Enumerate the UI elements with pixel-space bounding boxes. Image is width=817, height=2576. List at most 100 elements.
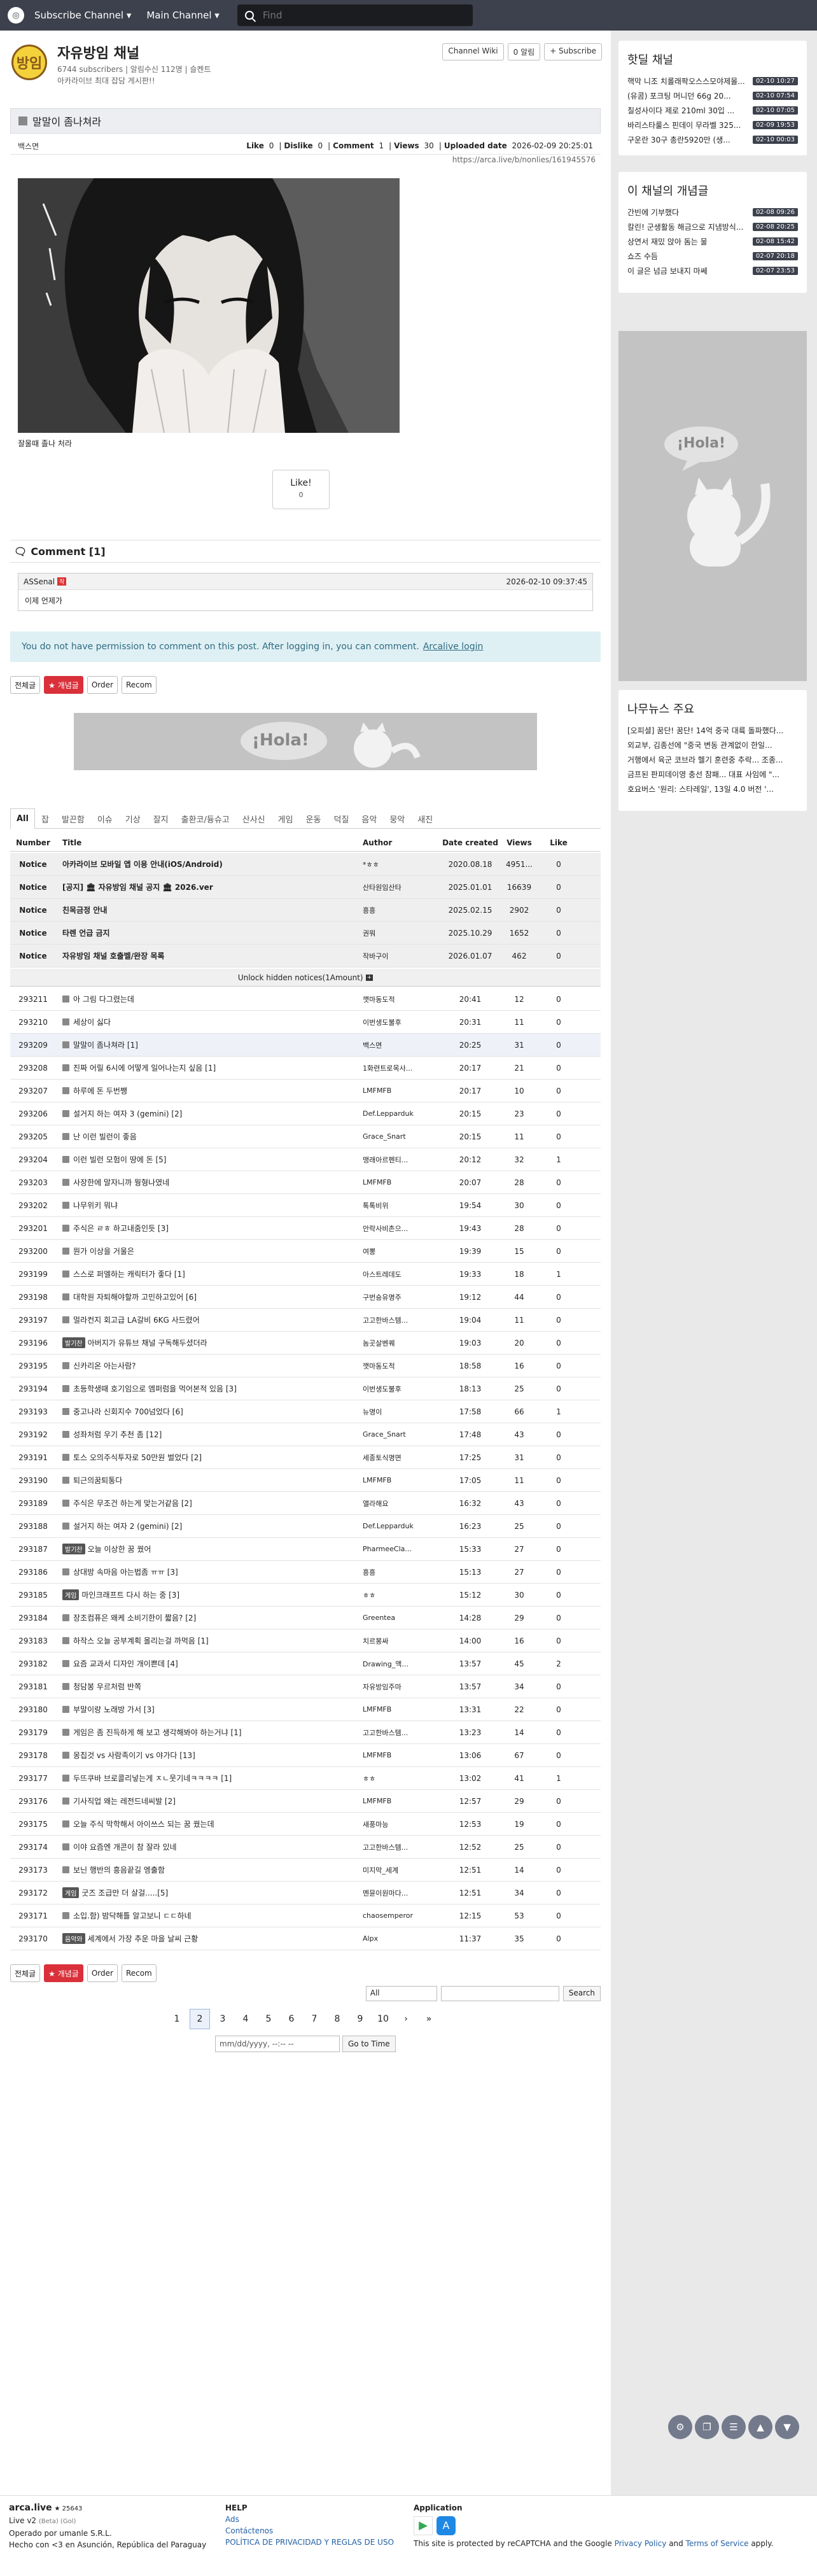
post-title-cell[interactable]: 초등학생때 호기임으로 엠퍼럼을 먹어본적 있음 [3]	[56, 1383, 363, 1394]
comment-author[interactable]: ASSenal	[24, 577, 55, 586]
last-page-button[interactable]: »	[419, 2009, 439, 2029]
bottom-search-input[interactable]	[440, 1986, 559, 2001]
post-title[interactable]: 소입.함) 밤닥해틀 알고보니 ㄷㄷ하네	[73, 1910, 192, 1921]
post-title[interactable]: 나무위키 뭐냐	[73, 1200, 118, 1211]
post-title-cell[interactable]: 게임은 좀 진득하게 해 보고 생각해봐야 하는거냐 [1]	[56, 1727, 363, 1738]
footer-contact-link[interactable]: Contáctenos	[225, 2525, 394, 2537]
post-author[interactable]: Grace_Snart	[363, 1430, 442, 1439]
hotdeal-item[interactable]: 핵막 니조 치롤래팍오스스모야제몰... 02-10 10:27	[618, 74, 807, 88]
post-title[interactable]: 세계에서 가장 추운 마을 날씨 근황	[88, 1933, 199, 1944]
post-author[interactable]: 고고한바스템...	[363, 1728, 442, 1738]
post-title[interactable]: 청담봉 우르처럼 반쪽	[73, 1681, 141, 1692]
post-title-cell[interactable]: 상대방 속마음 아는법좀 ㅠㅠ [3]	[56, 1566, 363, 1577]
subscribe-channel-menu[interactable]: Subscribe Channel ▾	[34, 10, 131, 21]
post-title[interactable]: 이야 요즘엔 개콘이 참 잘라 있네	[73, 1841, 177, 1852]
concept-item[interactable]: 상연서 재밌 앉아 돔는 물 02-08 15:42	[618, 234, 807, 249]
post-title[interactable]: 오늘 주식 막학해서 아이쓰스 되는 꿈 꿨는데	[73, 1819, 214, 1829]
table-row[interactable]: 293174 이야 요즘엔 개콘이 참 잘라 있네 고고한바스템... 12:52 25…	[10, 1836, 601, 1859]
scroll-up-icon[interactable]: ▲	[748, 2415, 772, 2439]
table-row[interactable]: 293170 음악와 세계에서 가장 추운 마을 날씨 근황 Alpx 11:37 35 0	[10, 1927, 601, 1950]
post-title-cell[interactable]: 게임 굿즈 조급만 더 살걸.....[5]	[56, 1887, 363, 1898]
post-title[interactable]: 요즘 교과서 디자인 개이쁜데 [4]	[73, 1658, 178, 1669]
search-scope-select[interactable]: All	[365, 1986, 437, 2001]
order-select[interactable]: Order	[87, 1964, 118, 1982]
post-title-cell[interactable]: 아카라이브 모바일 앱 이용 안내(iOS/Android)	[56, 859, 363, 869]
footer-ads-link[interactable]: Ads	[225, 2514, 394, 2525]
page-2-button[interactable]: 2	[190, 2009, 210, 2029]
post-author[interactable]: Def.Lepparduk	[363, 1109, 442, 1118]
terms-link[interactable]: Terms of Service	[686, 2539, 749, 2548]
main-channel-menu[interactable]: Main Channel ▾	[146, 10, 219, 21]
category-tab[interactable]: 잘지	[147, 809, 175, 828]
post-author[interactable]: 1화련트로목사...	[363, 1063, 442, 1073]
post-author[interactable]: 뉴명이	[363, 1407, 442, 1417]
post-author[interactable]: 권뭐	[363, 928, 442, 938]
post-title-cell[interactable]: 보닌 행반의 흥음끝길 엥출함	[56, 1864, 363, 1875]
category-tab[interactable]: 운동	[300, 809, 328, 828]
recom-select[interactable]: Recom	[121, 676, 157, 694]
filter-all-button[interactable]: 전체글	[10, 1964, 41, 1982]
post-title-cell[interactable]: 성좌처럼 우기 추천 좀 [12]	[56, 1429, 363, 1440]
post-title[interactable]: 보닌 행반의 흥음끝길 엥출함	[73, 1864, 165, 1875]
post-title-cell[interactable]: 세상이 싫다	[56, 1017, 363, 1027]
page-6-button[interactable]: 6	[281, 2009, 302, 2029]
category-tab[interactable]: 잡	[35, 809, 55, 828]
post-title[interactable]: 타렌 언급 금지	[62, 927, 110, 938]
post-author[interactable]: 산타원임산타	[363, 882, 442, 892]
category-tab[interactable]: 발끈함	[55, 809, 91, 828]
table-row[interactable]: 293180 부말이랑 노래방 가서 [3] LMFMFB 13:31 22 0	[10, 1698, 601, 1721]
post-author[interactable]: 백스면	[363, 1040, 442, 1050]
post-title-cell[interactable]: 이런 빌런 모험이 땅에 돈 [5]	[56, 1154, 363, 1165]
news-title[interactable]: 나무뉴스 주요	[618, 690, 807, 723]
table-row[interactable]: 293189 주식은 무조건 하는게 맞는거같음 [2] 앨라해요 16:32 43 0	[10, 1492, 601, 1515]
post-title-cell[interactable]: 발기찬 아버지가 유튜브 채널 구독해두셨더라	[56, 1337, 363, 1348]
table-row[interactable]: 293185 게임 마인크래프트 다시 하는 중 [3] ㅎㅎ 15:12 30 0	[10, 1584, 601, 1607]
post-title-cell[interactable]: 하작스 오늘 공부계획 올리는걸 까먹음 [1]	[56, 1635, 363, 1646]
app-store-icon[interactable]: A	[436, 2516, 456, 2535]
news-item[interactable]: 거행에서 육군 코브라 헬기 훈련중 추락... 조종...	[618, 752, 807, 767]
post-title[interactable]: 굿즈 조급만 더 살걸.....[5]	[81, 1887, 168, 1898]
page-5-button[interactable]: 5	[258, 2009, 279, 2029]
table-row[interactable]: 293177 두뜨쿠바 브로콜리넣는게 ㅈㄴ웃기네ㅋㅋㅋㅋ [1] ㅎㅎ 13:02 4…	[10, 1767, 601, 1790]
post-title[interactable]: 마인크래프트 다시 하는 중 [3]	[81, 1589, 179, 1600]
ad-banner[interactable]: ¡Hola!	[74, 713, 537, 770]
post-title[interactable]: 주식은 ㄹㅎ 하고내줌인듯 [3]	[73, 1223, 169, 1234]
post-author[interactable]: Greentea	[363, 1614, 442, 1622]
post-title-cell[interactable]: 타렌 언급 금지	[56, 927, 363, 938]
category-tab[interactable]: 기상	[119, 809, 147, 828]
post-title[interactable]: 아 그림 다그렸는데	[73, 994, 134, 1004]
post-author[interactable]: 이번생도불후	[363, 1384, 442, 1394]
post-title[interactable]: 오늘 이상한 꿈 꿨어	[88, 1544, 151, 1554]
post-title[interactable]: 성좌처럼 우기 추천 좀 [12]	[73, 1429, 162, 1440]
post-author[interactable]: Grace_Snart	[363, 1132, 442, 1141]
post-author[interactable]: 깻마동도적	[363, 1361, 442, 1371]
post-title-cell[interactable]: 설거지 하는 여자 2 (gemini) [2]	[56, 1521, 363, 1531]
news-item[interactable]: [오피셜] 꿈단! 꿈단! 14억 중국 대륙 돌파했다...	[618, 723, 807, 738]
notice-row[interactable]: Notice 타렌 언급 금지 권뭐 2025.10.29 1652 0	[10, 922, 601, 945]
post-title-cell[interactable]: 주식은 무조건 하는게 맞는거같음 [2]	[56, 1498, 363, 1509]
post-title[interactable]: 친목금정 안내	[62, 904, 107, 915]
post-title-cell[interactable]: 신카리온 아는사람?	[56, 1360, 363, 1371]
privacy-policy-link[interactable]: Privacy Policy	[615, 2539, 667, 2548]
like-button[interactable]: Like! 0	[272, 470, 330, 509]
post-title-cell[interactable]: 몽칩것 vs 사람족이기 vs 야가다 [13]	[56, 1750, 363, 1761]
post-title[interactable]: 세상이 싫다	[73, 1017, 111, 1027]
post-title[interactable]: 진짜 어릴 6시에 어떻게 일어나는지 싶음 [1]	[73, 1062, 216, 1073]
post-title-cell[interactable]: 자유방임 채널 호출벨/완장 목록	[56, 950, 363, 961]
post-title-cell[interactable]: 뭔가 이상을 거울은	[56, 1246, 363, 1256]
settings-icon[interactable]: ⚙	[668, 2415, 692, 2439]
post-title[interactable]: 설거지 하는 여자 2 (gemini) [2]	[73, 1521, 182, 1531]
table-row[interactable]: 293187 발기찬 오늘 이상한 꿈 꿨어 PharmeeCla... 15:33 27…	[10, 1538, 601, 1561]
post-author[interactable]: 깻마동도적	[363, 994, 442, 1004]
copy-icon[interactable]: ❐	[695, 2415, 719, 2439]
post-author[interactable]: 흥흥	[363, 905, 442, 915]
post-title-cell[interactable]: 부말이랑 노래방 가서 [3]	[56, 1704, 363, 1715]
channel-wiki-button[interactable]: Channel Wiki	[442, 43, 504, 60]
post-title-cell[interactable]: 진짜 어릴 6시에 어떻게 일어나는지 싶음 [1]	[56, 1062, 363, 1073]
category-tab[interactable]: 출환코/듕슈고	[175, 809, 236, 828]
post-title-cell[interactable]: 청담봉 우르처럼 반쪽	[56, 1681, 363, 1692]
table-row[interactable]: 293186 상대방 속마음 아는법좀 ㅠㅠ [3] 흥흥 15:13 27 0	[10, 1561, 601, 1584]
post-author[interactable]: ㅎㅎ	[363, 1773, 442, 1784]
filter-popular-button[interactable]: ★ 개념글	[44, 1964, 83, 1982]
post-title-cell[interactable]: 음악와 세계에서 가장 추운 마을 날씨 근황	[56, 1933, 363, 1944]
